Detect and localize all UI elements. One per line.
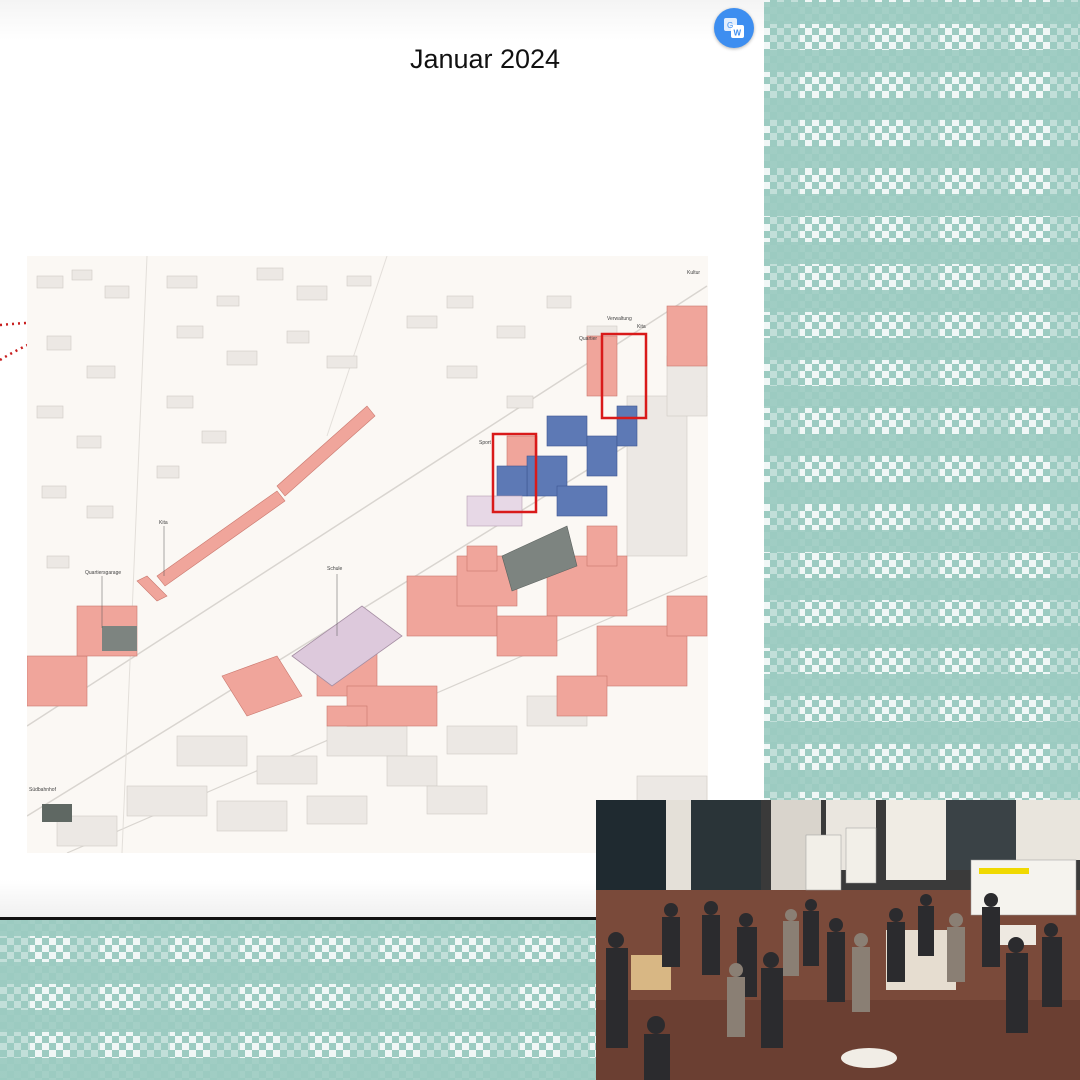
label-sueden: Südbahnhof	[29, 787, 57, 793]
translate-icon: G W	[724, 18, 744, 38]
label-verwaltung: Verwaltung	[607, 316, 632, 322]
label-kita-east: Kita	[637, 324, 646, 330]
slide-title: Januar 2024	[409, 44, 561, 74]
presentation-slide: Januar 2024 G W Kultur Verwaltung Kita Q…	[0, 0, 764, 920]
label-kita-west: Kita	[159, 520, 168, 526]
webcam-feed-icon	[596, 800, 1080, 1080]
svg-text:W: W	[734, 29, 742, 38]
svg-text:G: G	[727, 21, 733, 30]
translate-button[interactable]: G W	[714, 8, 754, 48]
school-building	[291, 605, 403, 687]
label-kultur: Kultur	[687, 270, 700, 276]
label-quartiersgarage: Quartiersgarage	[85, 570, 121, 576]
label-schule: Schule	[327, 566, 343, 572]
webcam-feed	[596, 800, 1080, 1080]
label-quartier: Quartier	[579, 336, 597, 342]
label-sport: Sport	[479, 440, 492, 446]
urban-plan-map: Kultur Verwaltung Kita Quartier Sport Ki…	[27, 256, 708, 853]
